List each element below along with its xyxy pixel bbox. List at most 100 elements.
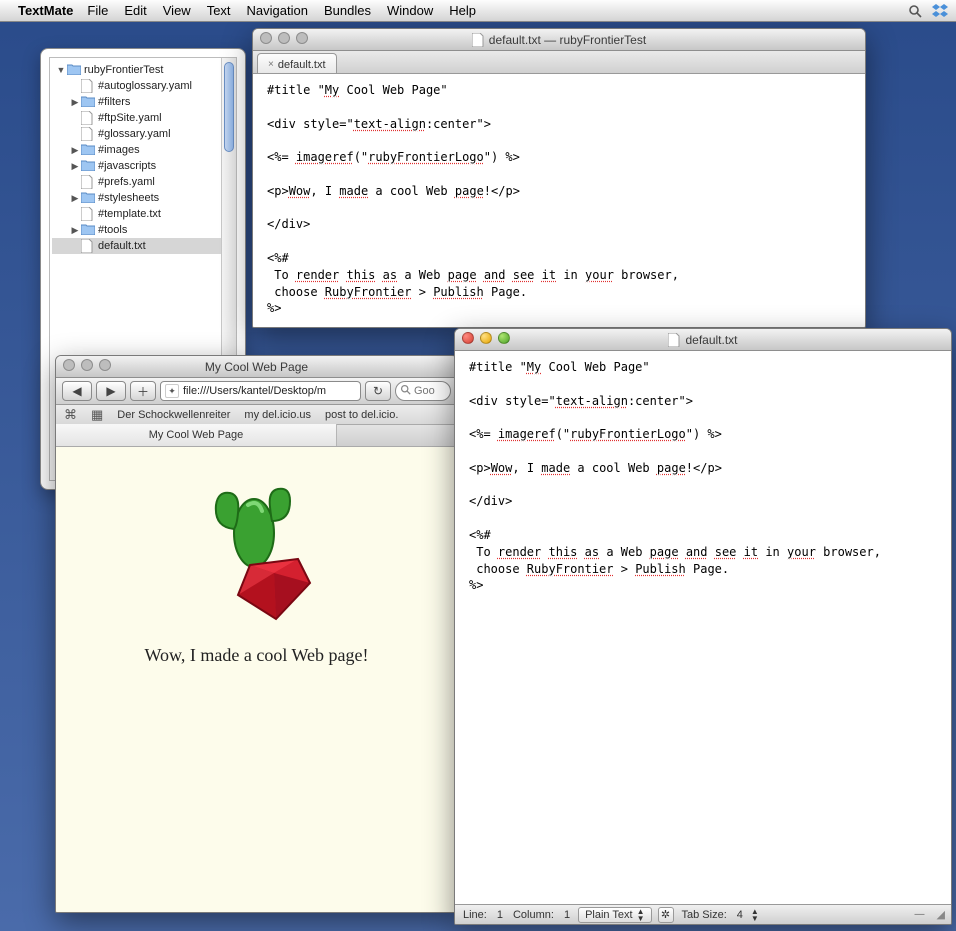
- dropdown-arrows-icon: ▲▼: [637, 908, 645, 922]
- zoom-button[interactable]: [296, 32, 308, 44]
- status-column-value[interactable]: 1: [562, 909, 572, 921]
- browser-tab-label: My Cool Web Page: [149, 429, 244, 441]
- textmate-secondary-window: default.txt #title "My Cool Web Page" <d…: [454, 328, 952, 925]
- app-name[interactable]: TextMate: [18, 3, 73, 18]
- textmate-main-window: default.txt — rubyFrontierTest × default…: [252, 28, 866, 328]
- back-button[interactable]: ◀: [62, 381, 92, 401]
- status-tab-value[interactable]: 4: [735, 909, 745, 921]
- spotlight-icon[interactable]: [908, 4, 922, 18]
- close-tab-icon[interactable]: ×: [268, 59, 274, 70]
- folder-icon: [81, 223, 95, 237]
- disclosure-triangle-icon[interactable]: ▶: [70, 161, 80, 172]
- tree-item[interactable]: #template.txt: [52, 206, 234, 222]
- browser-tab[interactable]: My Cool Web Page: [56, 424, 337, 446]
- menu-view[interactable]: View: [163, 3, 191, 18]
- safari-toolbar: ◀ ▶ ＋ ✦ file:///Users/kantel/Desktop/m ↻…: [56, 378, 457, 405]
- folder-icon: [81, 95, 95, 109]
- search-field[interactable]: Goo: [395, 381, 451, 401]
- disclosure-triangle-icon[interactable]: ▶: [70, 97, 80, 108]
- bookmark-item[interactable]: post to del.icio.: [325, 409, 398, 421]
- safari-tab-bar: My Cool Web Page: [56, 425, 457, 447]
- titlebar[interactable]: default.txt: [455, 329, 951, 351]
- disclosure-triangle-icon[interactable]: ▶: [70, 225, 80, 236]
- file-icon: [81, 127, 95, 141]
- folder-icon: [81, 143, 95, 157]
- zoom-button[interactable]: [99, 359, 111, 371]
- menu-help[interactable]: Help: [449, 3, 476, 18]
- reload-button[interactable]: ↻: [365, 381, 391, 401]
- status-bar: Line: 1 Column: 1 Plain Text ▲▼ ✲ Tab Si…: [455, 904, 951, 924]
- tree-item-label: #images: [98, 144, 140, 156]
- document-proxy-icon[interactable]: [472, 33, 484, 47]
- status-tab-label: Tab Size:: [680, 909, 729, 921]
- tree-root[interactable]: ▼ rubyFrontierTest: [52, 62, 234, 78]
- tree-item[interactable]: #glossary.yaml: [52, 126, 234, 142]
- file-icon: [81, 175, 95, 189]
- menu-text[interactable]: Text: [207, 3, 231, 18]
- ruby-frontier-logo: [182, 477, 332, 627]
- tree-item[interactable]: #ftpSite.yaml: [52, 110, 234, 126]
- bookmark-item[interactable]: Der Schockwellenreiter: [117, 409, 230, 421]
- forward-button[interactable]: ▶: [96, 381, 126, 401]
- tree-item[interactable]: ▶ #stylesheets: [52, 190, 234, 206]
- minimize-button[interactable]: [480, 332, 492, 344]
- symbol-popup-button[interactable]: —: [915, 909, 925, 920]
- menu-edit[interactable]: Edit: [124, 3, 146, 18]
- dropdown-arrows-icon[interactable]: ▲▼: [751, 908, 759, 922]
- resize-handle-icon[interactable]: ◢: [937, 908, 945, 921]
- titlebar[interactable]: My Cool Web Page: [56, 356, 457, 378]
- status-line-label: Line:: [461, 909, 489, 921]
- url-text: file:///Users/kantel/Desktop/m: [183, 385, 326, 397]
- tree-item-label: default.txt: [98, 240, 146, 252]
- tree-item[interactable]: ▶ #filters: [52, 94, 234, 110]
- tree-item[interactable]: #prefs.yaml: [52, 174, 234, 190]
- file-icon: [81, 111, 95, 125]
- topsites-icon[interactable]: ▦: [91, 407, 103, 423]
- tree-item-label: #stylesheets: [98, 192, 159, 204]
- tree-item[interactable]: #autoglossary.yaml: [52, 78, 234, 94]
- disclosure-triangle-icon[interactable]: ▶: [70, 193, 80, 204]
- bookmarks-icon[interactable]: ⌘: [64, 407, 77, 423]
- url-field[interactable]: ✦ file:///Users/kantel/Desktop/m: [160, 381, 361, 401]
- folder-icon: [67, 63, 81, 77]
- menu-navigation[interactable]: Navigation: [247, 3, 308, 18]
- file-icon: [81, 79, 95, 93]
- gear-icon: ✲: [661, 908, 670, 921]
- tree-item-label: #template.txt: [98, 208, 161, 220]
- document-proxy-icon[interactable]: [668, 333, 680, 347]
- language-selector-label: Plain Text: [585, 909, 633, 921]
- tree-item-label: #autoglossary.yaml: [98, 80, 192, 92]
- tree-item[interactable]: ▶ #images: [52, 142, 234, 158]
- menu-bundles[interactable]: Bundles: [324, 3, 371, 18]
- language-selector[interactable]: Plain Text ▲▼: [578, 907, 651, 923]
- dropbox-menubar-icon[interactable]: [932, 4, 948, 18]
- scrollbar-thumb[interactable]: [224, 62, 234, 152]
- tree-item-selected[interactable]: default.txt: [52, 238, 234, 254]
- minimize-button[interactable]: [81, 359, 93, 371]
- code-editor[interactable]: #title "My Cool Web Page" <div style="te…: [253, 74, 865, 327]
- close-button[interactable]: [63, 359, 75, 371]
- disclosure-triangle-icon[interactable]: ▼: [56, 65, 66, 75]
- minimize-button[interactable]: [278, 32, 290, 44]
- file-tab[interactable]: × default.txt: [257, 53, 337, 73]
- menu-file[interactable]: File: [87, 3, 108, 18]
- zoom-button[interactable]: [498, 332, 510, 344]
- gear-menu-button[interactable]: ✲: [658, 907, 674, 923]
- close-button[interactable]: [462, 332, 474, 344]
- code-editor[interactable]: #title "My Cool Web Page" <div style="te…: [455, 351, 951, 904]
- tree-item[interactable]: ▶ #tools: [52, 222, 234, 238]
- close-button[interactable]: [260, 32, 272, 44]
- file-tab-label: default.txt: [278, 59, 326, 71]
- tree-item-label: #prefs.yaml: [98, 176, 155, 188]
- tree-item-label: rubyFrontierTest: [84, 64, 163, 76]
- search-placeholder: Goo: [414, 385, 435, 397]
- menu-window[interactable]: Window: [387, 3, 433, 18]
- titlebar[interactable]: default.txt — rubyFrontierTest: [253, 29, 865, 51]
- project-tree[interactable]: ▼ rubyFrontierTest #autoglossary.yaml ▶ …: [50, 58, 236, 258]
- add-bookmark-button[interactable]: ＋: [130, 381, 156, 401]
- status-line-value[interactable]: 1: [495, 909, 505, 921]
- tree-item[interactable]: ▶ #javascripts: [52, 158, 234, 174]
- disclosure-triangle-icon[interactable]: ▶: [70, 145, 80, 156]
- bookmark-item[interactable]: my del.icio.us: [244, 409, 311, 421]
- tree-item-label: #javascripts: [98, 160, 156, 172]
